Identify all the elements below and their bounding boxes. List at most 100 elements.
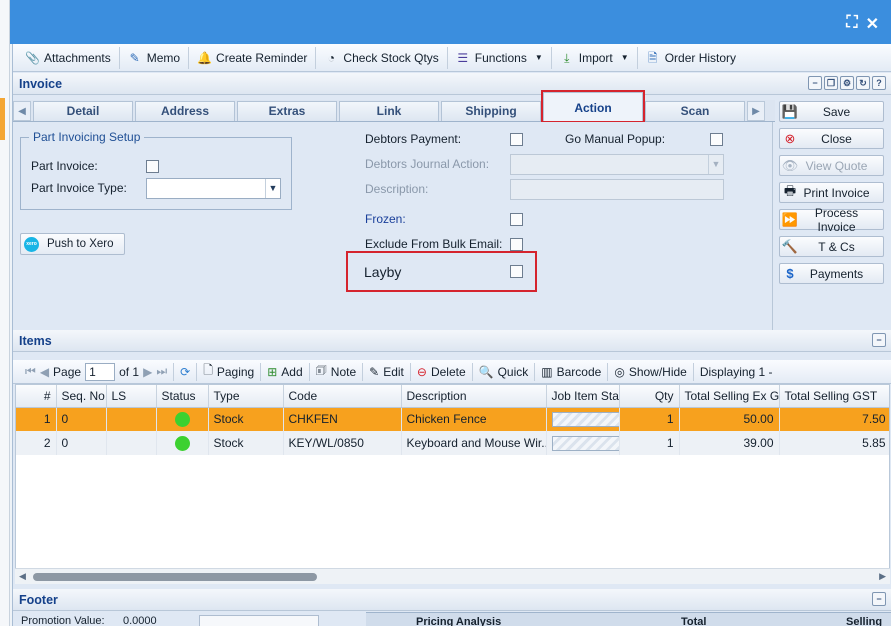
tab-action[interactable]: Action [541,90,645,123]
attachments-button[interactable]: 📎 Attachments [17,46,120,69]
tab-scroll-left-icon[interactable]: ◀ [13,101,31,121]
print-invoice-button[interactable]: 🖶 Print Invoice [779,182,884,203]
layby-checkbox[interactable] [510,265,523,278]
grid-horizontal-scrollbar[interactable]: ◀ ▶ [15,568,890,584]
column-header[interactable]: Seq. No. [56,385,107,408]
save-button[interactable]: 💾 Save [779,101,884,122]
eye-slash-icon: ◎ [614,364,625,379]
close-button[interactable]: ⊗ Close [779,128,884,149]
last-page-icon[interactable]: ⏭ [156,364,167,379]
pricing-header: Pricing Analysis Total Selling [366,612,891,626]
column-header[interactable]: Job Item Stat [546,385,620,408]
edit-button[interactable]: ✎ Edit [363,362,411,381]
tab-link[interactable]: Link [339,101,439,121]
scroll-right-icon[interactable]: ▶ [879,571,886,582]
invoice-panel-title: Invoice [19,77,63,91]
tab-extras[interactable]: Extras [237,101,337,121]
grid-header-row: # Seq. No. LS Status Type Code Descripti… [16,385,889,408]
column-header[interactable]: Total Selling GST [779,385,889,408]
tab-detail[interactable]: Detail [33,101,133,121]
column-header[interactable]: Code [283,385,402,408]
column-header[interactable]: Status [156,385,209,408]
delete-button[interactable]: ⊖ Delete [411,362,473,381]
go-manual-popup-label: Go Manual Popup: [565,132,666,146]
push-to-xero-button[interactable]: xero Push to Xero [20,233,125,255]
page-number-input[interactable]: 1 [85,362,116,381]
add-icon: ⊞ [267,364,278,379]
paging-button[interactable]: 🗋 Paging [197,362,262,381]
functions-menu[interactable]: ☰ Functions ▼ [448,46,552,69]
note-icon: 🗊 [315,363,327,377]
check-stock-button[interactable]: ◔ Check Stock Qtys [316,46,448,69]
bell-icon: 🔔 [197,50,212,65]
chevron-down-icon: ▼ [265,179,280,198]
note-button[interactable]: 🗊 Note [310,362,364,381]
tab-address[interactable]: Address [135,101,235,121]
part-invoice-label: Part Invoice: [31,159,98,173]
invoice-panel-header: Invoice − ❐ ⚙ ↻ ? [13,73,891,95]
collapse-icon[interactable]: − [872,592,886,606]
part-invoice-checkbox[interactable] [146,160,159,173]
scrollbar-thumb[interactable] [33,573,317,581]
debtors-payment-checkbox[interactable] [510,133,523,146]
tab-scan[interactable]: Scan [645,101,745,121]
frozen-label: Frozen: [365,212,406,226]
column-header[interactable]: Type [208,385,284,408]
next-page-icon[interactable]: ▶ [143,365,152,379]
go-manual-popup-checkbox[interactable] [710,133,723,146]
quick-button[interactable]: 🔍 Quick [473,362,536,381]
refresh-icon[interactable]: ↻ [856,76,870,90]
terms-button[interactable]: 🔨 T & Cs [779,236,884,257]
help-icon[interactable]: ? [872,76,886,90]
frozen-checkbox[interactable] [510,213,523,226]
footer-panel-title: Footer [19,593,58,607]
create-reminder-button[interactable]: 🔔 Create Reminder [189,46,317,69]
import-menu[interactable]: ⤓ Import ▼ [552,46,638,69]
chevron-down-icon: ▼ [620,53,629,62]
show-hide-button[interactable]: ◎ Show/Hide [608,362,694,381]
table-row[interactable]: 2 0 Stock KEY/WL/0850 Keyboard and Mouse… [16,431,889,455]
close-icon[interactable]: ✕ [866,14,879,34]
document-icon: 🗋 [203,363,213,377]
fast-forward-icon: ⏩ [781,211,799,227]
floppy-disk-icon: 💾 [781,103,799,119]
process-invoice-button[interactable]: ⏩ Process Invoice [779,206,884,234]
exclude-bulk-email-checkbox[interactable] [510,238,523,251]
column-header[interactable]: Total Selling Ex GST [679,385,780,408]
column-header[interactable]: LS [106,385,157,408]
barcode-button[interactable]: ▥ Barcode [535,362,609,381]
job-item-status-bar [551,411,618,427]
history-icon: 🗎 [647,50,658,65]
column-header[interactable]: Description [401,385,547,408]
invoice-window: 📎 Attachments ✎ Memo 🔔 Create Reminder ◔ Che… [12,44,891,626]
part-invoicing-fieldset: Part Invoicing Setup Part Invoice: Part … [20,130,292,210]
column-header[interactable]: Qty [619,385,680,408]
first-page-icon[interactable]: ⏮ [25,364,36,379]
collapse-icon[interactable]: − [808,76,822,90]
table-row[interactable]: 1 0 Stock CHKFEN Chicken Fence 1 50.00 7… [16,407,889,431]
footer-button[interactable] [199,615,319,626]
payments-button[interactable]: $ Payments [779,263,884,284]
previous-page-icon[interactable]: ◀ [40,365,49,379]
delete-icon: ⊖ [416,364,427,379]
action-sidebar: 💾 Save ⊗ Close 👁 View Quote 🖶 Print Invoice … [777,100,891,330]
column-header[interactable]: # [16,385,57,408]
debtors-journal-action-select: ▼ [510,154,724,175]
part-invoice-type-select[interactable]: ▼ [146,178,281,199]
refresh-button[interactable]: ⟳ [174,362,198,381]
restore-icon[interactable]: ❐ [824,76,838,90]
tab-scroll-right-icon[interactable]: ▶ [747,101,765,121]
add-item-button[interactable]: ⊞ Add [261,362,310,381]
quick-search-icon: 🔍 [478,364,494,379]
edit-icon: ✎ [369,364,380,379]
collapse-icon[interactable]: − [872,333,886,347]
order-history-button[interactable]: 🗎 Order History [638,47,744,69]
scroll-left-icon[interactable]: ◀ [19,571,26,582]
memo-button[interactable]: ✎ Memo [120,46,190,69]
xero-logo-icon: xero [24,236,39,252]
footer-panel-header: Footer − [13,589,891,611]
maximize-icon[interactable]: ⛶ [846,14,857,34]
background-window-strip [0,0,10,626]
settings-icon[interactable]: ⚙ [840,76,854,90]
tab-shipping[interactable]: Shipping [441,101,541,121]
